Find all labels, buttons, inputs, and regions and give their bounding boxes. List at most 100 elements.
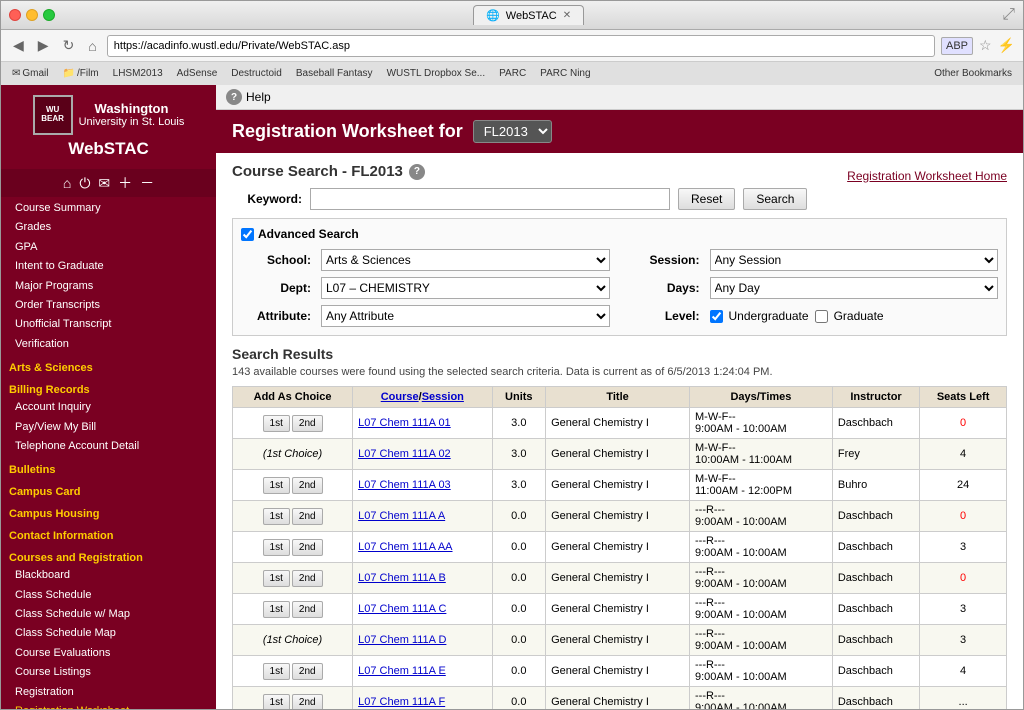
bookmark-lhsm[interactable]: LHSM2013 — [108, 66, 168, 81]
add-icon[interactable]: ＋ — [118, 173, 132, 193]
second-choice-btn[interactable]: 2nd — [292, 601, 323, 618]
bookmark-parc[interactable]: PARC — [494, 66, 531, 81]
course-link[interactable]: L07 Chem 111A F — [358, 696, 445, 708]
choice-cell: 1st 2nd — [233, 408, 353, 439]
sidebar-item-unofficial-transcript[interactable]: Unofficial Transcript — [1, 315, 216, 334]
course-link[interactable]: L07 Chem 111A A — [358, 510, 445, 522]
reload-button[interactable]: ↻ — [59, 35, 79, 56]
undergraduate-checkbox[interactable] — [710, 310, 723, 323]
sidebar-item-course-summary[interactable]: Course Summary — [1, 199, 216, 218]
home-button[interactable]: ⌂ — [84, 36, 100, 56]
sidebar-item-telephone[interactable]: Telephone Account Detail — [1, 437, 216, 456]
first-choice-btn[interactable]: 1st — [263, 570, 290, 587]
sidebar-item-account-inquiry[interactable]: Account Inquiry — [1, 398, 216, 417]
bookmark-destructoid[interactable]: Destructoid — [226, 66, 287, 81]
sidebar-item-course-listings[interactable]: Course Listings — [1, 663, 216, 682]
star-icon[interactable]: ☆ — [979, 37, 992, 54]
sidebar-item-course-evaluations[interactable]: Course Evaluations — [1, 644, 216, 663]
second-choice-btn[interactable]: 2nd — [292, 477, 323, 494]
reset-button[interactable]: Reset — [678, 188, 735, 210]
second-choice-btn[interactable]: 2nd — [292, 415, 323, 432]
sidebar-item-class-schedule-map[interactable]: Class Schedule w/ Map — [1, 605, 216, 624]
course-link[interactable]: L07 Chem 111A E — [358, 665, 446, 677]
seats-cell: 0 — [920, 501, 1007, 532]
first-choice-btn[interactable]: 1st — [263, 508, 290, 525]
course-link[interactable]: L07 Chem 111A 02 — [358, 448, 451, 460]
daytime-cell: ---R--- 9:00AM - 10:00AM — [690, 532, 833, 563]
maximize-button[interactable] — [43, 9, 55, 21]
sidebar-item-verification[interactable]: Verification — [1, 335, 216, 354]
keyword-label: Keyword: — [232, 192, 302, 206]
second-choice-btn[interactable]: 2nd — [292, 663, 323, 680]
address-input[interactable] — [107, 35, 935, 57]
sidebar-item-gpa[interactable]: GPA — [1, 238, 216, 257]
sidebar-item-order-transcripts[interactable]: Order Transcripts — [1, 296, 216, 315]
dept-select[interactable]: L07 – CHEMISTRY — [321, 277, 610, 299]
browser-tab[interactable]: 🌐 WebSTAC ✕ — [473, 5, 584, 25]
close-button[interactable] — [9, 9, 21, 21]
sidebar-item-blackboard[interactable]: Blackboard — [1, 566, 216, 585]
second-choice-btn[interactable]: 2nd — [292, 694, 323, 710]
remove-icon[interactable]: － — [140, 173, 154, 193]
bookmark-other[interactable]: Other Bookmarks — [929, 66, 1017, 81]
restore-icon[interactable]: ⤢ — [1002, 6, 1015, 24]
mail-icon[interactable]: ✉ — [98, 175, 110, 192]
course-link[interactable]: L07 Chem 111A C — [358, 603, 446, 615]
sidebar-item-class-schedule-map2[interactable]: Class Schedule Map — [1, 624, 216, 643]
course-link[interactable]: L07 Chem 111A 03 — [358, 479, 451, 491]
forward-button[interactable]: ▶ — [34, 35, 53, 56]
course-link[interactable]: L07 Chem 111A B — [358, 572, 446, 584]
attribute-select[interactable]: Any Attribute — [321, 305, 610, 327]
bookmark-parc-ning[interactable]: PARC Ning — [535, 66, 595, 81]
bookmark-film[interactable]: 📁 /Film — [58, 66, 104, 81]
search-button[interactable]: Search — [743, 188, 807, 210]
semester-select[interactable]: FL2013 — [473, 120, 552, 143]
sidebar-item-class-schedule[interactable]: Class Schedule — [1, 586, 216, 605]
back-button[interactable]: ◀ — [9, 35, 28, 56]
second-choice-btn[interactable]: 2nd — [292, 539, 323, 556]
bookmark-gmail[interactable]: ✉ Gmail — [7, 66, 54, 81]
sidebar-item-registration[interactable]: Registration — [1, 683, 216, 702]
school-select[interactable]: Arts & Sciences — [321, 249, 610, 271]
tab-title: WebSTAC — [506, 10, 557, 22]
sidebar-item-intent-graduate[interactable]: Intent to Graduate — [1, 257, 216, 276]
home-icon[interactable]: ⌂ — [63, 175, 71, 191]
first-choice-btn[interactable]: 1st — [263, 415, 290, 432]
bookmark-adsense[interactable]: AdSense — [172, 66, 223, 81]
sidebar-item-reg-worksheet[interactable]: Registration Worksheet — [1, 702, 216, 709]
instructor-cell: Daschbach — [832, 656, 919, 687]
bookmark-baseball[interactable]: Baseball Fantasy — [291, 66, 378, 81]
sidebar-item-grades[interactable]: Grades — [1, 218, 216, 237]
first-choice-btn[interactable]: 1st — [263, 601, 290, 618]
first-choice-btn[interactable]: 1st — [263, 663, 290, 680]
minimize-button[interactable] — [26, 9, 38, 21]
reg-home-link[interactable]: Registration Worksheet Home — [847, 169, 1007, 183]
first-choice-btn[interactable]: 1st — [263, 539, 290, 556]
session-select[interactable]: Any Session — [710, 249, 999, 271]
table-row: (1st Choice)L07 Chem 111A D0.0General Ch… — [233, 625, 1007, 656]
bookmark-wustl[interactable]: WUSTL Dropbox Se... — [382, 66, 491, 81]
tab-favicon: 🌐 — [486, 9, 500, 22]
sidebar-section-arts: Arts & Sciences — [1, 356, 216, 378]
sidebar-item-major-programs[interactable]: Major Programs — [1, 277, 216, 296]
days-select[interactable]: Any Day — [710, 277, 999, 299]
power-icon[interactable]: ⏻ — [79, 175, 90, 192]
advanced-search-checkbox[interactable] — [241, 228, 254, 241]
level-label: Level: — [620, 309, 700, 323]
first-choice-btn[interactable]: 1st — [263, 694, 290, 710]
keyword-input[interactable] — [310, 188, 670, 210]
second-choice-btn[interactable]: 2nd — [292, 508, 323, 525]
choice-label: (1st Choice) — [263, 448, 322, 460]
graduate-checkbox[interactable] — [815, 310, 828, 323]
second-choice-btn[interactable]: 2nd — [292, 570, 323, 587]
course-link[interactable]: L07 Chem 111A AA — [358, 541, 452, 553]
course-link[interactable]: L07 Chem 111A 01 — [358, 417, 451, 429]
extensions-icon[interactable]: ⚡ — [998, 37, 1015, 54]
first-choice-btn[interactable]: 1st — [263, 477, 290, 494]
course-search-help-icon[interactable]: ? — [409, 164, 425, 180]
units-cell: 3.0 — [492, 439, 546, 470]
sidebar-item-pay-bill[interactable]: Pay/View My Bill — [1, 418, 216, 437]
course-link[interactable]: L07 Chem 111A D — [358, 634, 446, 646]
tab-close-icon[interactable]: ✕ — [563, 10, 571, 21]
adblock-icon[interactable]: ABP — [941, 37, 973, 55]
